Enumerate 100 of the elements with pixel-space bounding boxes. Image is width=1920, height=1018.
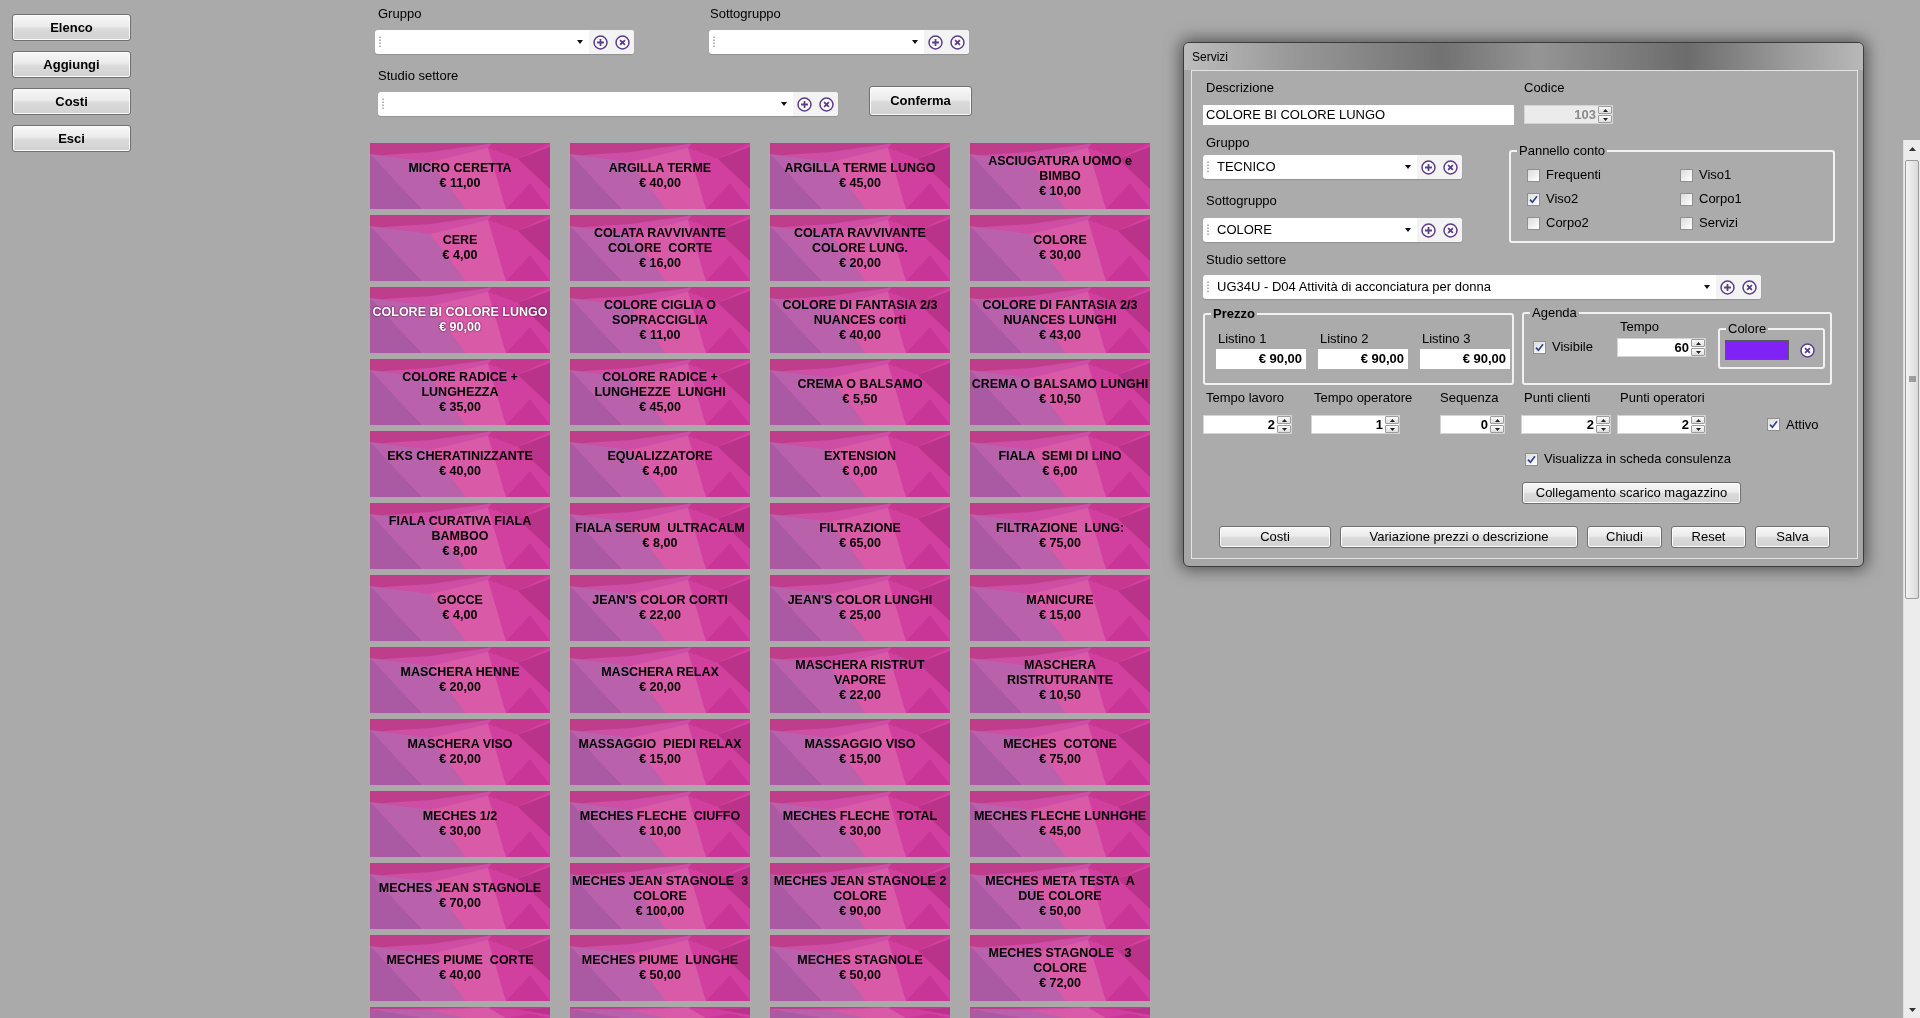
checkbox[interactable] <box>1527 216 1540 230</box>
text-field[interactable]: COLORE BI COLORE LUNGO <box>1203 105 1514 125</box>
x-circle-icon[interactable] <box>615 34 630 50</box>
service-tile[interactable]: MECHES STAGNOLE 3 COLORE € 72,00 <box>970 935 1150 1001</box>
plus-circle-icon[interactable] <box>593 34 608 50</box>
service-tile[interactable]: EQUALIZZATORE € 4,00 <box>570 431 750 497</box>
service-tile[interactable]: JEAN'S COLOR CORTI € 22,00 <box>570 575 750 641</box>
confirm-button[interactable]: Conferma <box>869 86 972 116</box>
sidebar-button[interactable]: Elenco <box>12 14 131 41</box>
x-circle-icon[interactable] <box>1443 159 1458 175</box>
combo-box[interactable]: UG34U - D04 Attività di acconciatura per donna <box>1203 275 1761 299</box>
service-tile[interactable]: COLORE DI FANTASIA 2/3 NUANCES LUNGHI € 43,00 <box>970 287 1150 353</box>
service-tile[interactable]: MECHES PIUME CORTE € 40,00 <box>370 935 550 1001</box>
plus-circle-icon[interactable] <box>1421 222 1436 238</box>
service-tile[interactable]: EKS CHERATINIZZANTE € 40,00 <box>370 431 550 497</box>
x-circle-icon[interactable] <box>819 96 834 112</box>
combo-box[interactable]: TECNICO <box>1203 155 1462 179</box>
service-tile[interactable]: MECHES FLECHE TOTAL € 30,00 <box>770 791 950 857</box>
combo-box[interactable]: COLORE <box>1203 218 1462 242</box>
sidebar-button[interactable]: Aggiungi <box>12 51 131 78</box>
price-field[interactable]: € 90,00 <box>1216 349 1306 369</box>
service-tile[interactable]: CREMA O BALSAMO LUNGHI € 10,50 <box>970 359 1150 425</box>
service-tile[interactable]: MASCHERA RELAX € 20,00 <box>570 647 750 713</box>
number-field[interactable]: 2 <box>1203 415 1292 434</box>
combo-box[interactable] <box>375 30 634 54</box>
service-tile[interactable]: FIALA SEMI DI LINO € 6,00 <box>970 431 1150 497</box>
service-tile[interactable]: MECHES JEAN STAGNOLE 3 COLORE € 100,00 <box>570 863 750 929</box>
number-field[interactable]: 1 <box>1311 415 1400 434</box>
x-circle-icon[interactable] <box>1800 342 1815 358</box>
service-tile[interactable]: COLATA RAVVIVANTE COLORE CORTE € 16,00 <box>570 215 750 281</box>
x-circle-icon[interactable] <box>1742 279 1757 295</box>
checkbox[interactable] <box>1680 216 1693 230</box>
plus-circle-icon[interactable] <box>1421 159 1436 175</box>
service-tile[interactable]: MECHES FLECHE CIUFFO € 10,00 <box>570 791 750 857</box>
service-tile[interactable]: COLORE CIGLIA O SOPRACCIGLIA € 11,00 <box>570 287 750 353</box>
spin-down-button[interactable] <box>1490 425 1504 433</box>
dialog-button[interactable]: Reset <box>1671 526 1746 548</box>
service-tile[interactable]: FIALA SERUM ULTRACALM € 8,00 <box>570 503 750 569</box>
sidebar-button[interactable]: Costi <box>12 88 131 115</box>
checkbox[interactable] <box>1527 168 1540 182</box>
service-tile[interactable]: COLORE RADICE + LUNGHEZZE LUNGHI € 45,00 <box>570 359 750 425</box>
service-tile[interactable]: MASCHERA RISTRUTURANTE € 10,50 <box>970 647 1150 713</box>
service-tile[interactable]: MECHES JEAN STAGNOLE € 70,00 <box>370 863 550 929</box>
service-tile[interactable]: MECHES PIUME LUNGHE € 50,00 <box>570 935 750 1001</box>
service-tile[interactable]: MECHES COTONE € 75,00 <box>970 719 1150 785</box>
checkbox[interactable] <box>1525 452 1538 466</box>
service-tile[interactable]: COLORE RADICE + LUNGHEZZA € 35,00 <box>370 359 550 425</box>
service-tile[interactable]: MECHES STAGNOLE € 50,00 <box>770 935 950 1001</box>
link-button[interactable]: Collegamento scarico magazzino <box>1522 482 1741 504</box>
spin-down-button[interactable] <box>1691 425 1705 433</box>
service-tile[interactable]: MASCHERA RISTRUT VAPORE € 22,00 <box>770 647 950 713</box>
number-field[interactable]: 2 <box>1617 415 1706 434</box>
service-tile[interactable]: COLORE DI FANTASIA 2/3 NUANCES corti € 40,00 <box>770 287 950 353</box>
service-tile[interactable]: FILTRAZIONE € 65,00 <box>770 503 950 569</box>
service-tile[interactable]: ASCIUGATURA UOMO e BIMBO € 10,00 <box>970 143 1150 209</box>
plus-circle-icon[interactable] <box>928 34 943 50</box>
service-tile[interactable] <box>570 1007 750 1018</box>
service-tile[interactable]: ARGILLA TERME LUNGO € 45,00 <box>770 143 950 209</box>
spin-down-button[interactable] <box>1596 425 1610 433</box>
service-tile[interactable]: MASSAGGIO PIEDI RELAX € 15,00 <box>570 719 750 785</box>
sidebar-button[interactable]: Esci <box>12 125 131 152</box>
spin-up-button[interactable] <box>1691 339 1705 347</box>
spin-up-button[interactable] <box>1596 416 1610 424</box>
spin-down-button[interactable] <box>1385 425 1399 433</box>
dialog-button[interactable]: Variazione prezzi o descrizione <box>1340 526 1578 548</box>
checkbox[interactable] <box>1767 418 1780 431</box>
plus-circle-icon[interactable] <box>797 96 812 112</box>
x-circle-icon[interactable] <box>1443 222 1458 238</box>
service-tile[interactable]: GOCCE € 4,00 <box>370 575 550 641</box>
service-tile[interactable]: COLATA RAVVIVANTE COLORE LUNG. € 20,00 <box>770 215 950 281</box>
service-tile[interactable]: MECHES META TESTA A DUE COLORE € 50,00 <box>970 863 1150 929</box>
number-field[interactable]: 2 <box>1521 415 1611 434</box>
checkbox[interactable] <box>1533 340 1546 354</box>
checkbox[interactable] <box>1680 168 1693 182</box>
dialog-button[interactable]: Salva <box>1755 526 1830 548</box>
spin-up-button[interactable] <box>1691 416 1705 424</box>
checkbox[interactable] <box>1527 192 1540 206</box>
x-circle-icon[interactable] <box>950 34 965 50</box>
plus-circle-icon[interactable] <box>1720 279 1735 295</box>
price-field[interactable]: € 90,00 <box>1318 349 1408 369</box>
spin-up-button[interactable] <box>1385 416 1399 424</box>
service-tile[interactable]: CREMA O BALSAMO € 5,50 <box>770 359 950 425</box>
spin-up-button[interactable] <box>1490 416 1504 424</box>
service-tile[interactable]: ARGILLA TERME € 40,00 <box>570 143 750 209</box>
service-tile[interactable]: MANICURE € 15,00 <box>970 575 1150 641</box>
service-tile[interactable]: MICRO CERETTA € 11,00 <box>370 143 550 209</box>
service-tile[interactable]: MASSAGGIO VISO € 15,00 <box>770 719 950 785</box>
service-tile[interactable]: MASCHERA HENNE € 20,00 <box>370 647 550 713</box>
scroll-thumb[interactable] <box>1905 160 1919 599</box>
service-tile[interactable]: MECHES 1/2 € 30,00 <box>370 791 550 857</box>
service-tile[interactable]: MASCHERA VISO € 20,00 <box>370 719 550 785</box>
service-tile[interactable]: FILTRAZIONE LUNG: € 75,00 <box>970 503 1150 569</box>
dialog-button[interactable]: Costi <box>1219 526 1331 548</box>
spin-down-button[interactable] <box>1277 425 1291 433</box>
service-tile[interactable]: COLORE BI COLORE LUNGO € 90,00 <box>370 287 550 353</box>
spin-up-button[interactable] <box>1277 416 1291 424</box>
service-tile[interactable] <box>770 1007 950 1018</box>
service-tile[interactable]: JEAN'S COLOR LUNGHI € 25,00 <box>770 575 950 641</box>
service-tile[interactable]: MECHES JEAN STAGNOLE 2 COLORE € 90,00 <box>770 863 950 929</box>
service-tile[interactable] <box>370 1007 550 1018</box>
